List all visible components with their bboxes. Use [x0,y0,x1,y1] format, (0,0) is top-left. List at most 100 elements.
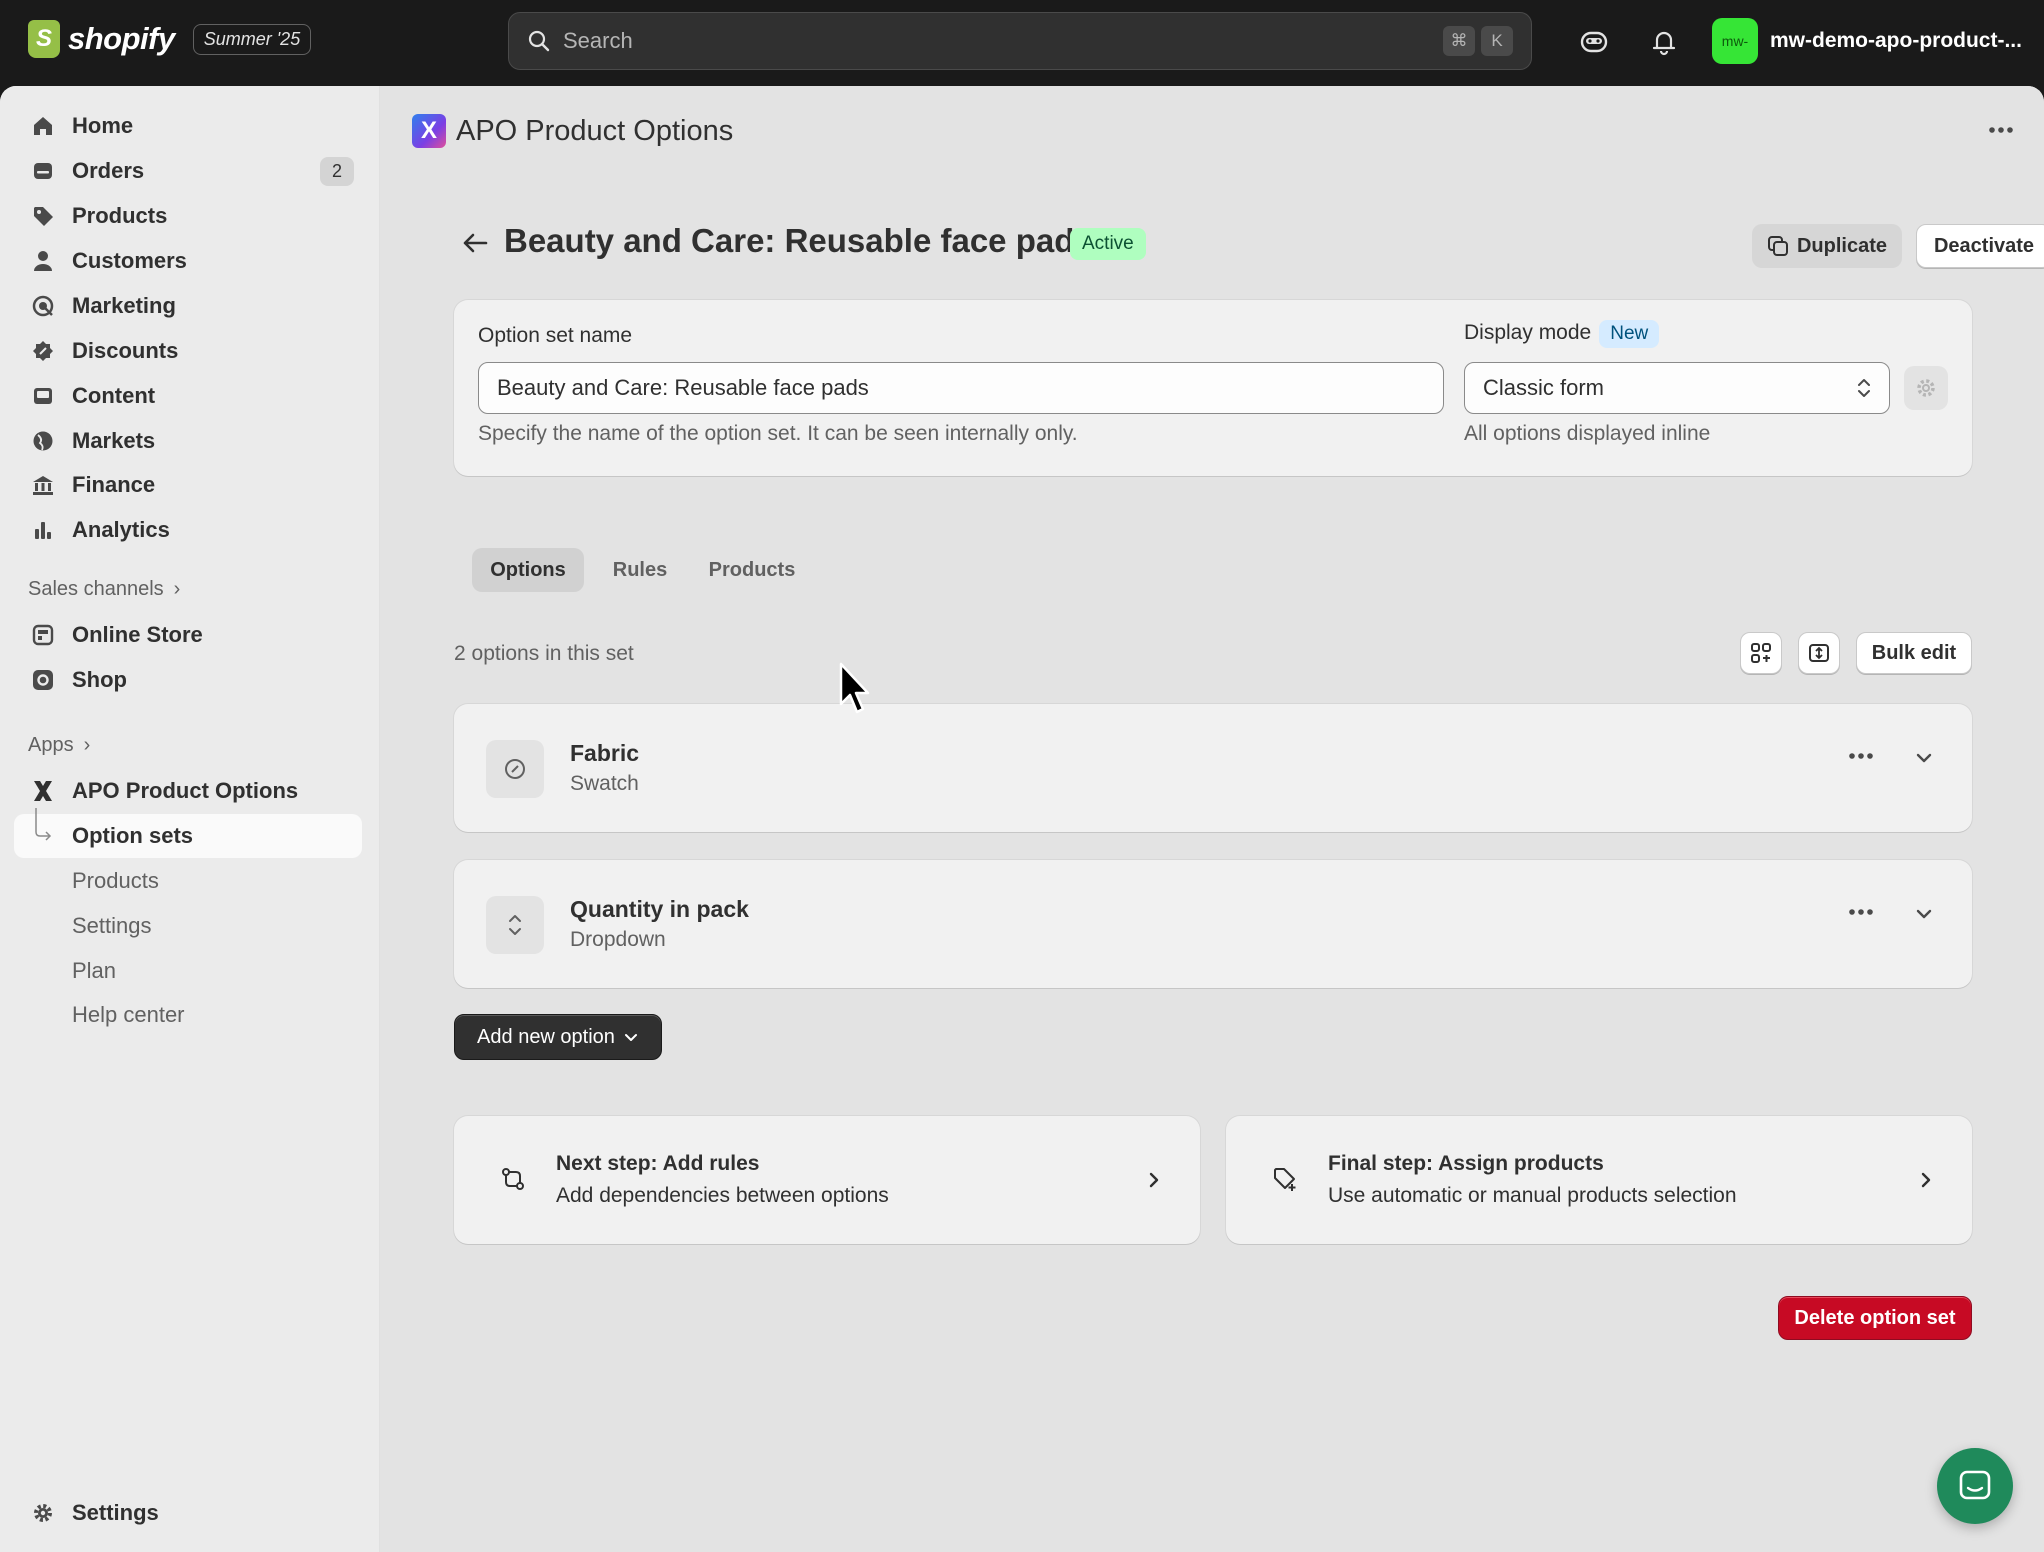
chat-launcher-button[interactable] [1937,1448,2013,1524]
option-type: Dropdown [570,928,666,951]
tree-branch-icon [30,808,56,849]
sidebar-item-apo-app[interactable]: APO Product Options [14,769,362,813]
sidebar-item-label: Plan [72,958,117,983]
page-header: Beauty and Care: Reusable face pads Acti… [460,216,2044,276]
content-icon [30,383,56,409]
sidebar-item-label: Online Store [72,622,203,647]
more-actions-icon[interactable] [1848,752,1874,760]
sidebar-item-online-store[interactable]: Online Store [14,613,362,657]
delete-option-set-button[interactable]: Delete option set [1778,1296,1972,1340]
tab-rules[interactable]: Rules [594,548,686,592]
store-avatar: mw- [1712,18,1758,64]
sidebar-item-discounts[interactable]: Discounts [14,329,362,373]
sidebar-item-finance[interactable]: Finance [14,463,362,507]
duplicate-button[interactable]: Duplicate [1752,224,1902,268]
apo-app-icon [30,778,56,804]
top-bar: S shopify Summer '25 Search ⌘ K mw- mw-d… [0,0,2044,86]
gear-icon [30,1500,56,1526]
reorder-icon [1809,644,1829,662]
duplicate-label: Duplicate [1796,234,1888,257]
sidebar-item-content[interactable]: Content [14,374,362,418]
apps-label: Apps [28,734,74,756]
bulk-edit-button[interactable]: Bulk edit [1856,632,1972,674]
sidebar-item-settings[interactable]: Settings [14,1491,362,1535]
tag-plus-icon [1274,1168,1296,1191]
final-step-card[interactable]: Final step: Assign products Use automati… [1226,1116,1972,1244]
store-name: mw-demo-apo-product-... [1770,29,2022,52]
sidebar-item-label: Home [72,113,134,138]
sidebar-item-label: Products [72,868,159,893]
sidebar-item-label: Customers [72,248,187,273]
back-arrow-icon[interactable] [460,228,490,258]
options-count: 2 options in this set [454,642,634,665]
new-badge: New [1599,320,1660,348]
sidekick-icon[interactable] [1578,26,1610,58]
search-icon [528,30,550,52]
sales-channels-header[interactable]: Sales channels › [28,578,180,601]
tab-products[interactable]: Products [696,548,808,592]
tag-icon [30,203,56,229]
option-set-settings-card: Option set name Beauty and Care: Reusabl… [454,300,1972,476]
option-set-name-help: Specify the name of the option set. It c… [478,422,1078,445]
main-content: X APO Product Options Beauty and Care: R… [380,86,2044,1552]
sidebar-item-help-center[interactable]: Help center [14,993,362,1037]
sales-channels-label: Sales channels [28,578,164,600]
store-switcher[interactable]: mw- mw-demo-apo-product-... [1712,18,2022,64]
sidebar-item-app-products[interactable]: Products [14,859,362,903]
chevron-down-icon[interactable] [1914,748,1934,768]
display-settings-button[interactable] [1904,366,1948,410]
shortcut-k-key: K [1481,26,1513,56]
sidebar-item-option-sets[interactable]: Option sets [14,808,362,858]
sidebar-item-shop[interactable]: Shop [14,658,362,702]
more-actions-icon[interactable] [1848,908,1874,916]
deactivate-button[interactable]: Deactivate [1916,224,2044,268]
shopify-bag-icon: S [28,20,60,58]
sidebar-item-label: Option sets [72,823,194,848]
chevron-right-icon: › [173,578,181,600]
chevron-down-icon[interactable] [1914,904,1934,924]
delete-option-set-label: Delete option set [1794,1306,1956,1329]
sidebar-item-analytics[interactable]: Analytics [14,508,362,552]
bell-icon[interactable] [1648,26,1680,58]
tab-options[interactable]: Options [472,548,584,592]
add-new-option-button[interactable]: Add new option [454,1014,662,1060]
discount-icon [30,338,56,364]
option-type: Swatch [570,772,639,795]
edition-badge[interactable]: Summer '25 [192,23,312,55]
next-step-card[interactable]: Next step: Add rules Add dependencies be… [454,1116,1200,1244]
deactivate-label: Deactivate [1933,234,2035,257]
page-title: Beauty and Care: Reusable face pads [504,222,1093,259]
sidebar-item-marketing[interactable]: Marketing [14,284,362,328]
sidebar-item-products[interactable]: Products [14,194,362,238]
sidebar-item-app-settings[interactable]: Settings [14,904,362,948]
option-set-name-label: Option set name [478,324,633,347]
expand-all-button[interactable] [1740,632,1782,674]
display-mode-text: Display mode [1464,321,1592,344]
option-row[interactable]: Quantity in pack Dropdown [454,860,1972,988]
orders-icon [30,158,56,184]
sidebar-item-markets[interactable]: Markets [14,419,362,463]
add-new-option-label: Add new option [477,1025,615,1048]
sidebar-item-label: Settings [72,913,152,938]
grid-expand-icon [1751,643,1771,663]
option-set-name-input[interactable]: Beauty and Care: Reusable face pads [478,362,1444,414]
brand-wordmark: shopify [68,21,175,56]
sidebar-item-orders[interactable]: Orders 2 [14,149,362,193]
more-actions-icon[interactable] [1988,126,2014,134]
sidebar-item-home[interactable]: Home [14,104,362,148]
display-mode-value: Classic form [1483,375,1605,400]
option-title: Quantity in pack [570,896,749,922]
target-icon [30,293,56,319]
sidebar-item-customers[interactable]: Customers [14,239,362,283]
display-mode-select[interactable]: Classic form [1464,362,1890,414]
option-row[interactable]: Fabric Swatch [454,704,1972,832]
search-bar[interactable]: Search ⌘ K [508,12,1532,70]
apps-header[interactable]: Apps › [28,734,90,757]
reorder-button[interactable] [1798,632,1840,674]
sidebar-item-plan[interactable]: Plan [14,949,362,993]
sidebar-item-label: Help center [72,1002,185,1027]
display-mode-help: All options displayed inline [1464,422,1711,445]
shopify-logo[interactable]: S shopify Summer '25 [28,20,312,58]
sidebar-item-label: APO Product Options [72,778,299,803]
home-icon [30,113,56,139]
